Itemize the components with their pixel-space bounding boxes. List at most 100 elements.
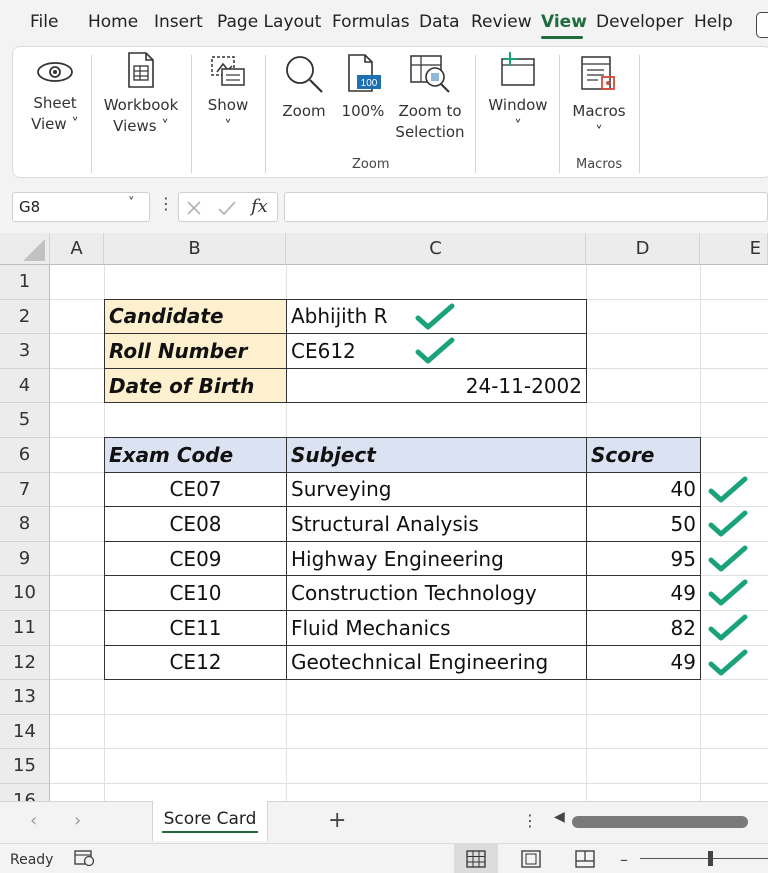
row-header-14[interactable]: 14 <box>0 714 50 750</box>
row-header-3[interactable]: 3 <box>0 334 50 369</box>
row-header-16[interactable]: 16 <box>0 784 50 801</box>
macros-button[interactable]: Macros ˅ <box>569 55 629 143</box>
row-header-2[interactable]: 2 <box>0 299 50 335</box>
exam-score-cell[interactable]: 49 <box>586 575 701 611</box>
exam-subject-cell[interactable]: Fluid Mechanics <box>286 610 587 646</box>
check-icon <box>708 510 748 537</box>
select-all-corner[interactable] <box>0 233 50 265</box>
exam-subject-cell[interactable]: Highway Engineering <box>286 540 587 577</box>
header-score[interactable]: Score <box>586 437 701 473</box>
info-label-cell[interactable]: Roll Number <box>104 333 287 369</box>
exam-code-cell-text: CE08 <box>169 511 222 536</box>
row-header-11[interactable]: 11 <box>0 611 50 646</box>
zoom-out-icon[interactable]: – <box>620 850 628 869</box>
exam-score-cell[interactable]: 40 <box>586 471 701 508</box>
enter-check-icon[interactable] <box>217 199 237 217</box>
show-icon <box>211 56 245 86</box>
sheet-view-button[interactable]: Sheet View ˅ <box>27 57 83 135</box>
menu-home[interactable]: Home <box>88 12 138 32</box>
exam-score-cell[interactable]: 82 <box>586 610 701 646</box>
add-sheet-button[interactable]: + <box>328 808 346 833</box>
exam-code-cell[interactable]: CE12 <box>104 644 287 681</box>
gridline-horizontal <box>50 783 768 784</box>
exam-subject-cell[interactable]: Structural Analysis <box>286 506 587 542</box>
row-header-7[interactable]: 7 <box>0 472 50 508</box>
zoom-slider-track[interactable] <box>640 858 768 859</box>
show-button[interactable]: Show ˅ <box>201 53 255 137</box>
row-header-4[interactable]: 4 <box>0 368 50 404</box>
zoom-slider-thumb[interactable] <box>708 851 713 866</box>
row-header-12[interactable]: 12 <box>0 645 50 681</box>
exam-code-cell[interactable]: CE09 <box>104 540 287 577</box>
name-box-dropdown-icon[interactable]: ˅ <box>128 196 135 211</box>
menu-page-layout[interactable]: Page Layout <box>217 12 321 32</box>
normal-view-button[interactable] <box>454 844 498 873</box>
column-header-a[interactable]: A <box>50 233 104 265</box>
column-header-d[interactable]: D <box>586 233 700 265</box>
row-header-9[interactable]: 9 <box>0 541 50 577</box>
exam-code-cell[interactable]: CE10 <box>104 575 287 611</box>
worksheet-grid[interactable]: A B C D E 1 2 3 4 5 6 7 8 9 10 11 12 13 14 15 16 Candid… <box>0 233 768 801</box>
ribbon-separator <box>639 55 640 173</box>
exam-subject-cell-text: Fluid Mechanics <box>291 615 451 640</box>
workbook-views-button[interactable]: Workbook Views ˅ <box>99 51 183 137</box>
eye-icon <box>37 62 73 82</box>
exam-subject-cell[interactable]: Construction Technology <box>286 575 587 611</box>
formula-input[interactable] <box>284 192 768 222</box>
menu-view[interactable]: View <box>541 12 587 32</box>
column-header-e[interactable]: E <box>700 233 768 265</box>
sheet-tab-score-card[interactable]: Score Card <box>152 801 268 841</box>
row-header-15[interactable]: 15 <box>0 749 50 784</box>
comments-button[interactable] <box>756 12 768 38</box>
more-options-icon[interactable]: ⋮ <box>158 194 174 213</box>
zoom-100-button[interactable]: 100 100% <box>339 53 387 122</box>
zoom-button[interactable]: Zoom <box>279 53 329 122</box>
exam-code-cell[interactable]: CE08 <box>104 506 287 542</box>
header-subject[interactable]: Subject <box>286 437 587 473</box>
exam-subject-cell[interactable]: Geotechnical Engineering <box>286 644 587 681</box>
info-value-cell-text: Abhijith R <box>291 304 388 329</box>
row-header-13[interactable]: 13 <box>0 680 50 715</box>
horizontal-scrollbar-thumb[interactable] <box>572 816 748 828</box>
menu-file[interactable]: File <box>30 12 58 32</box>
header-exam-code[interactable]: Exam Code <box>104 437 287 473</box>
info-label-cell[interactable]: Candidate <box>104 298 287 335</box>
row-header-8[interactable]: 8 <box>0 507 50 542</box>
scroll-tabs-left-icon[interactable]: ‹ <box>30 810 37 831</box>
exam-subject-cell[interactable]: Surveying <box>286 471 587 508</box>
row-header-5[interactable]: 5 <box>0 403 50 438</box>
scroll-tabs-right-icon[interactable]: › <box>74 810 81 831</box>
menu-developer[interactable]: Developer <box>596 12 683 32</box>
column-header-b[interactable]: B <box>104 233 286 265</box>
window-button[interactable]: Window ˅ <box>485 51 551 137</box>
menu-review[interactable]: Review <box>471 12 532 32</box>
row-header-6[interactable]: 6 <box>0 438 50 473</box>
show-caret: ˅ <box>224 117 232 135</box>
accessibility-icon[interactable] <box>74 849 96 871</box>
row-header-10[interactable]: 10 <box>0 576 50 611</box>
exam-score-cell[interactable]: 95 <box>586 540 701 577</box>
column-header-c[interactable]: C <box>286 233 586 265</box>
check-icon <box>708 649 748 676</box>
menu-data[interactable]: Data <box>419 12 460 32</box>
cancel-icon[interactable] <box>185 199 203 217</box>
exam-code-cell[interactable]: CE07 <box>104 471 287 508</box>
exam-score-cell[interactable]: 50 <box>586 506 701 542</box>
info-value-cell[interactable]: 24-11-2002 <box>286 367 587 404</box>
exam-code-cell[interactable]: CE11 <box>104 610 287 646</box>
exam-subject-cell-text: Highway Engineering <box>291 546 504 571</box>
scroll-left-icon[interactable]: ◀ <box>554 809 565 825</box>
menu-formulas[interactable]: Formulas <box>332 12 410 32</box>
row-header-1[interactable]: 1 <box>0 265 50 300</box>
page-layout-view-button[interactable] <box>520 850 542 872</box>
insert-function-icon[interactable]: fx <box>251 196 268 217</box>
zoom-to-selection-button[interactable]: Zoom to Selection <box>393 53 467 143</box>
sheet-view-label-1: Sheet <box>33 94 77 112</box>
exam-score-cell[interactable]: 49 <box>586 644 701 681</box>
exam-code-cell-text: CE09 <box>169 546 222 571</box>
info-label-cell[interactable]: Date of Birth <box>104 367 287 404</box>
page-break-view-button[interactable] <box>574 850 596 872</box>
menu-insert[interactable]: Insert <box>154 12 203 32</box>
menu-help[interactable]: Help <box>694 12 733 32</box>
tab-options-icon[interactable]: ⋮ <box>522 811 538 830</box>
